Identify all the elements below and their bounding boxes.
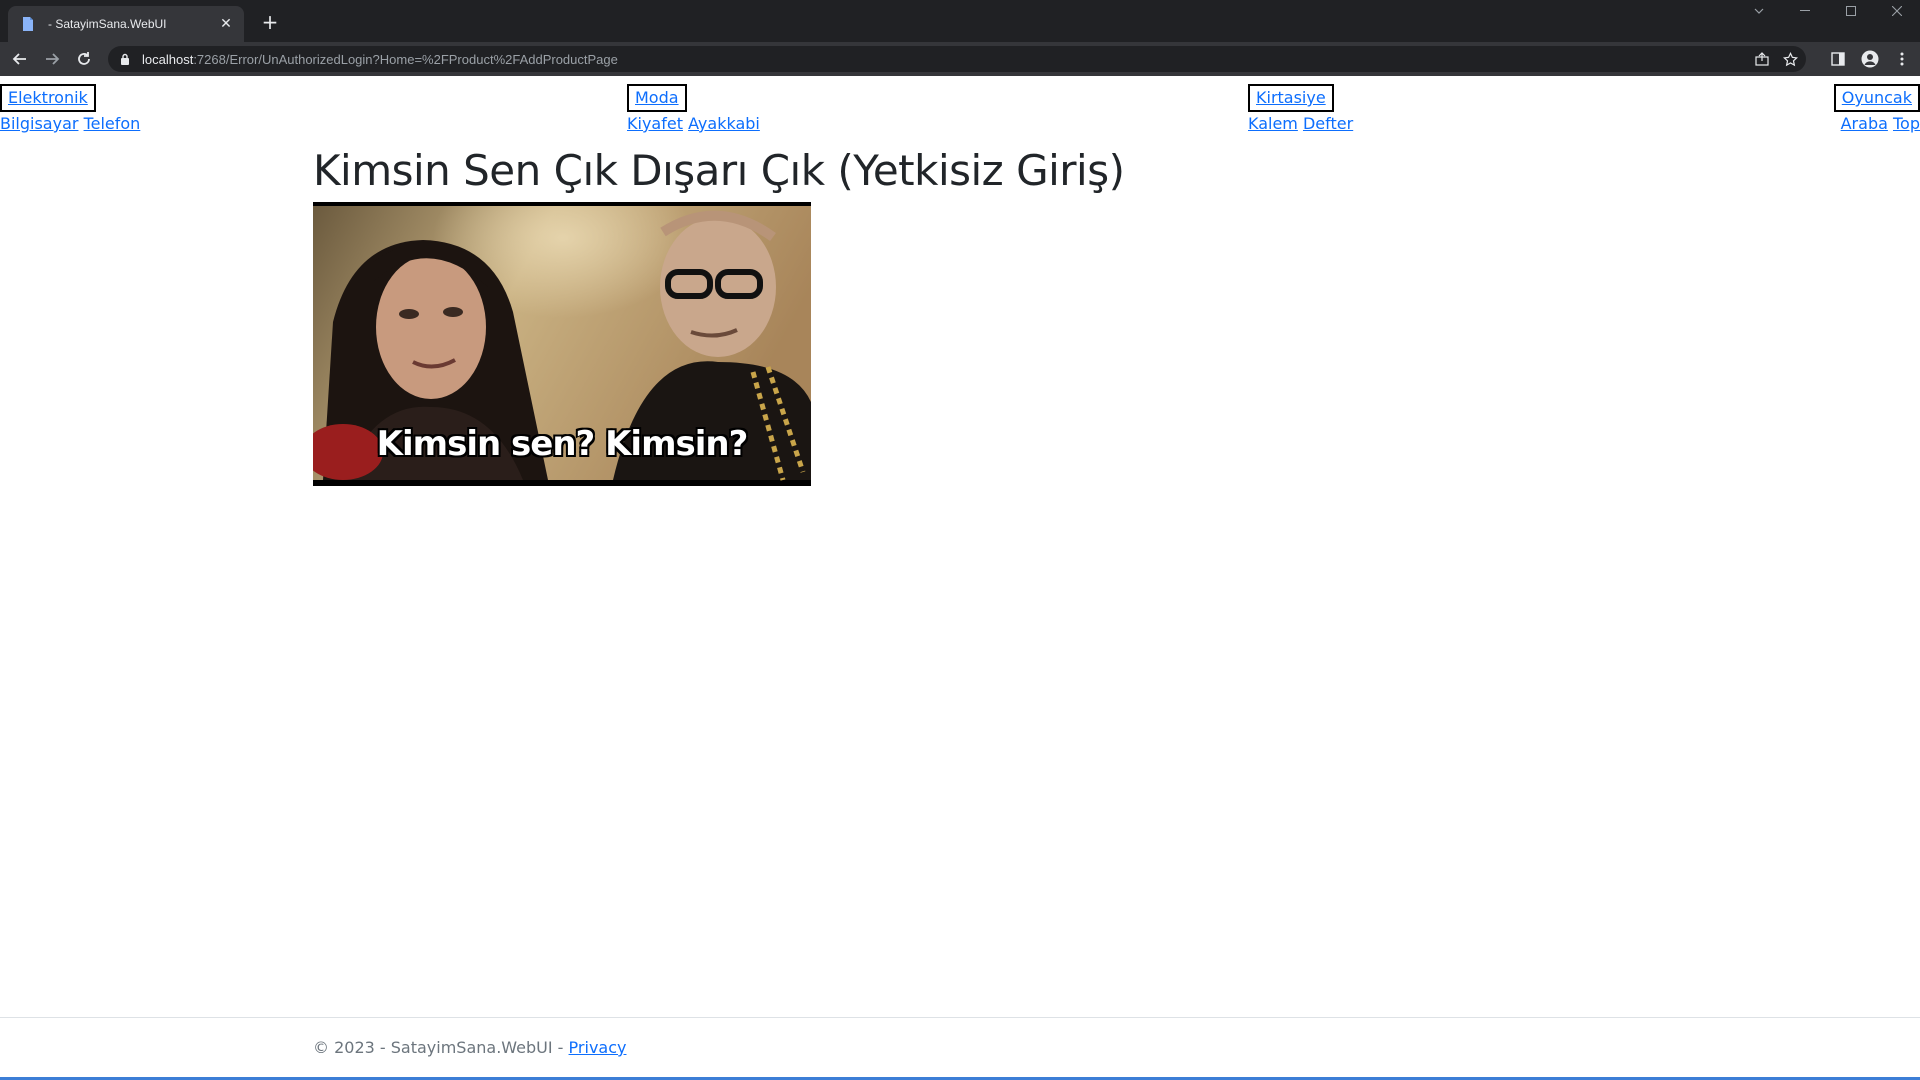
category-button-moda[interactable]: Moda [627, 84, 687, 112]
category-button-oyuncak[interactable]: Oyuncak [1833, 84, 1920, 112]
meme-caption: Kimsin sen? Kimsin? [376, 424, 749, 464]
footer-text: © 2023 - SatayimSana.WebUI - Privacy [313, 1038, 626, 1057]
window-close-icon[interactable] [1874, 0, 1920, 22]
subcategory-link-top[interactable]: Top [1893, 114, 1920, 133]
footer: © 2023 - SatayimSana.WebUI - Privacy [0, 1017, 1920, 1077]
browser-tab[interactable]: - SatayimSana.WebUI ✕ [8, 6, 244, 42]
footer-copyright: © 2023 - SatayimSana.WebUI - [313, 1038, 569, 1057]
new-tab-icon[interactable]: + [258, 10, 282, 34]
forward-icon[interactable] [40, 47, 64, 71]
tab-title: - SatayimSana.WebUI [48, 17, 167, 31]
unauthorized-meme-image: Kimsin sen? Kimsin? [313, 202, 811, 486]
category-kirtasiye: Kirtasiye Kalem Defter [1248, 84, 1353, 134]
browser-tabstrip: - SatayimSana.WebUI ✕ + [0, 0, 1920, 42]
subcategory-link-kalem[interactable]: Kalem [1248, 114, 1298, 133]
minimize-icon[interactable] [1782, 0, 1828, 22]
subcategory-link-araba[interactable]: Araba [1841, 114, 1888, 133]
address-bar[interactable]: localhost:7268/Error/UnAuthorizedLogin?H… [108, 46, 1806, 72]
bookmark-star-icon[interactable] [1780, 50, 1800, 68]
privacy-link[interactable]: Privacy [569, 1038, 627, 1057]
url-host: localhost [142, 51, 194, 67]
share-icon[interactable] [1752, 50, 1772, 68]
close-icon[interactable]: ✕ [218, 16, 234, 32]
category-elektronik: Elektronik Bilgisayar Telefon [0, 84, 140, 134]
category-oyuncak: Oyuncak Araba Top [1833, 84, 1920, 134]
subcategory-link-ayakkabi[interactable]: Ayakkabi [688, 114, 760, 133]
subcategory-link-bilgisayar[interactable]: Bilgisayar [0, 114, 78, 133]
reload-icon[interactable] [72, 47, 96, 71]
page-title: Kimsin Sen Çık Dışarı Çık (Yetkisiz Giri… [313, 146, 1125, 195]
subcategory-link-defter[interactable]: Defter [1303, 114, 1353, 133]
category-moda: Moda Kiyafet Ayakkabi [627, 84, 760, 134]
browser-toolbar: localhost:7268/Error/UnAuthorizedLogin?H… [0, 42, 1920, 76]
menu-icon[interactable] [1890, 47, 1914, 71]
lock-icon[interactable] [120, 53, 132, 65]
profile-icon[interactable] [1858, 47, 1882, 71]
subcategory-link-telefon[interactable]: Telefon [84, 114, 141, 133]
page-content: Elektronik Bilgisayar Telefon Moda Kiyaf… [0, 76, 1920, 1080]
category-button-kirtasiye[interactable]: Kirtasiye [1248, 84, 1334, 112]
subcategory-link-kiyafet[interactable]: Kiyafet [627, 114, 683, 133]
category-button-elektronik[interactable]: Elektronik [0, 84, 96, 112]
url-path: :7268/Error/UnAuthorizedLogin?Home=%2FPr… [193, 51, 618, 67]
page-icon [20, 16, 36, 32]
back-icon[interactable] [8, 47, 32, 71]
tab-search-icon[interactable] [1736, 0, 1782, 22]
maximize-icon[interactable] [1828, 0, 1874, 22]
window-controls [1736, 0, 1920, 22]
side-panel-icon[interactable] [1826, 47, 1850, 71]
